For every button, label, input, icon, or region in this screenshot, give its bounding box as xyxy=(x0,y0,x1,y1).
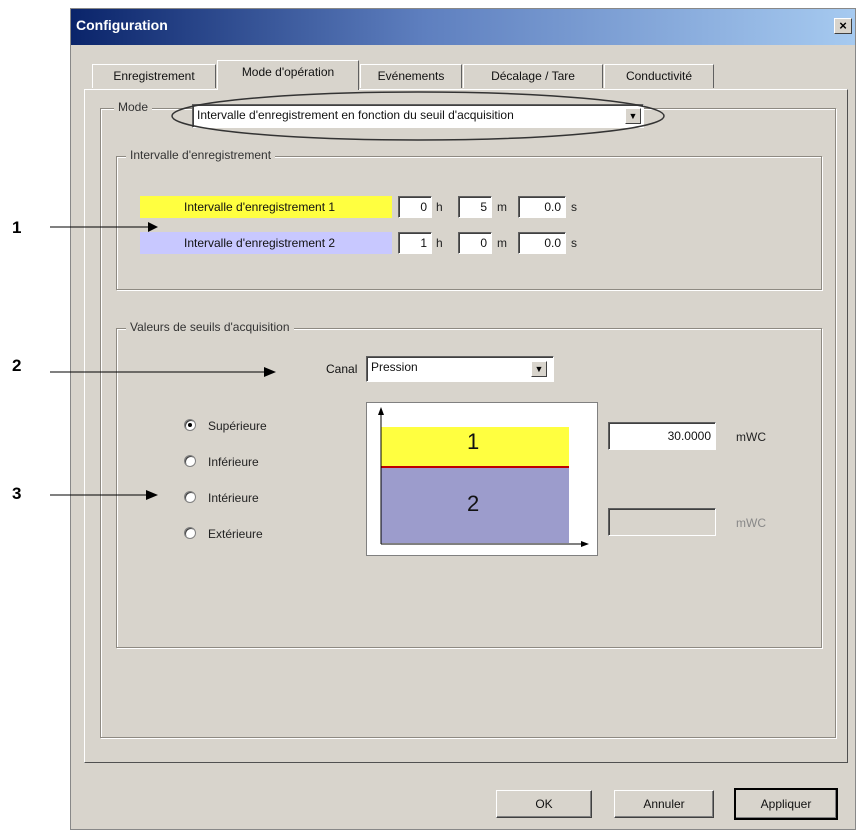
interval-2-hours[interactable]: 1 xyxy=(398,232,432,254)
highlight-ellipse xyxy=(171,91,665,141)
arrow-3-head xyxy=(146,490,158,500)
interval-2-minutes[interactable]: 0 xyxy=(458,232,492,254)
radio-exterieure-button[interactable] xyxy=(184,527,196,539)
callout-3: 3 xyxy=(12,484,22,503)
callout-2: 2 xyxy=(12,356,22,375)
close-button[interactable]: × xyxy=(834,18,852,34)
interval-1-minutes[interactable]: 5 xyxy=(458,196,492,218)
threshold-upper-unit: mWC xyxy=(736,430,766,444)
radio-exterieure[interactable]: Extérieure xyxy=(184,526,304,542)
arrow-1-head xyxy=(148,222,158,232)
tab-mode-operation[interactable]: Mode d'opération xyxy=(217,60,359,90)
y-axis-arrow xyxy=(378,407,384,415)
window-title: Configuration xyxy=(76,17,168,33)
interval-2-s-unit: s xyxy=(571,236,577,250)
interval-1-h-unit: h xyxy=(436,200,443,214)
interval-group-title: Intervalle d'enregistrement xyxy=(126,148,276,162)
interval-2-h-unit: h xyxy=(436,236,443,250)
canal-select[interactable]: Pression xyxy=(366,356,554,382)
tab-decalage-tare[interactable]: Décalage / Tare xyxy=(463,64,603,88)
interval-1-s-unit: s xyxy=(571,200,577,214)
callout-1: 1 xyxy=(12,218,22,237)
mode-label: Mode xyxy=(114,100,153,114)
ok-button[interactable]: OK xyxy=(496,790,592,818)
zone-1-label: 1 xyxy=(467,429,480,454)
tab-evenements[interactable]: Evénements xyxy=(360,64,462,88)
tab-conductivite[interactable]: Conductivité xyxy=(604,64,714,88)
apply-button[interactable]: Appliquer xyxy=(734,788,838,820)
threshold-lower-value xyxy=(608,508,716,536)
callout-arrows xyxy=(50,222,276,500)
threshold-lower-unit: mWC xyxy=(736,516,766,530)
interval-2-m-unit: m xyxy=(497,236,507,250)
interval-1-seconds[interactable]: 0.0 xyxy=(518,196,566,218)
threshold-diagram-svg xyxy=(378,407,589,547)
cancel-button[interactable]: Annuler xyxy=(614,790,714,818)
interval-1-hours[interactable]: 0 xyxy=(398,196,432,218)
canal-label: Canal xyxy=(326,362,358,376)
zone-2-label: 2 xyxy=(467,491,480,516)
radio-exterieure-label: Extérieure xyxy=(208,527,263,541)
x-axis-arrow xyxy=(581,541,589,547)
threshold-diagram: 1 2 xyxy=(366,402,598,556)
canal-select-dropdown-button[interactable]: ▼ xyxy=(531,361,547,377)
title-bar xyxy=(71,9,855,45)
arrow-2-head xyxy=(264,367,276,377)
tab-enregistrement[interactable]: Enregistrement xyxy=(92,64,216,88)
interval-1-m-unit: m xyxy=(497,200,507,214)
threshold-upper-value[interactable]: 30.0000 xyxy=(608,422,716,450)
interval-2-seconds[interactable]: 0.0 xyxy=(518,232,566,254)
